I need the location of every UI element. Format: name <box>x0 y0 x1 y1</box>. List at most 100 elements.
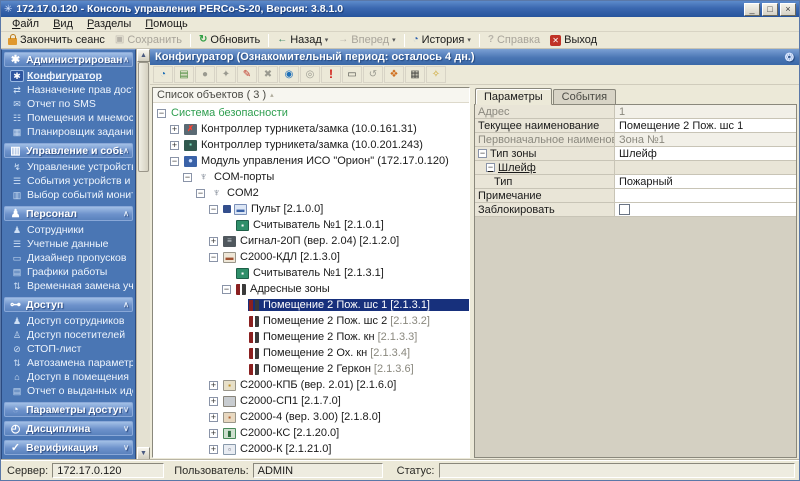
sidebar-section-header-verification[interactable]: ✓Верификация∨ <box>4 440 133 455</box>
expand-icon[interactable]: + <box>209 413 218 422</box>
property-row[interactable]: −Тип зоныШлейф <box>475 147 796 161</box>
sidebar-item-device-events[interactable]: ☰События устройств и дейст... <box>10 174 133 188</box>
sidebar-item-configurator[interactable]: ✱Конфигуратор <box>10 69 133 83</box>
sidebar-item-work-schedules[interactable]: ▤Графики работы <box>10 265 133 279</box>
scroll-track[interactable] <box>137 62 150 447</box>
alarm-button[interactable]: ✦ <box>216 66 236 83</box>
sidebar-item-employee-access[interactable]: ♟Доступ сотрудников <box>10 314 133 328</box>
tree-row[interactable]: Помещение 2 Пож. шс 1 [2.1.3.1] <box>153 297 469 313</box>
sidebar-item-room-access[interactable]: ⌂Доступ в помещения <box>10 370 133 384</box>
sidebar-item-sms-report[interactable]: ✉Отчет по SMS <box>10 97 133 111</box>
tree-row[interactable]: −▬С2000-КДЛ [2.1.3.0] <box>153 249 469 265</box>
globe-button[interactable]: ◉ <box>279 66 299 83</box>
checkbox[interactable] <box>619 204 630 215</box>
sidebar-section-header-personnel[interactable]: ♟Персонал∧ <box>4 206 133 221</box>
tree-row[interactable]: Помещение 2 Пож. шс 2[2.1.3.2] <box>153 313 469 329</box>
property-value[interactable]: Помещение 2 Пож. шс 1 <box>615 119 796 132</box>
menu-item-3[interactable]: Помощь <box>138 18 195 30</box>
sidebar-item-badge-designer[interactable]: ▭Дизайнер пропусков <box>10 251 133 265</box>
tree-row[interactable]: −♆COM2 <box>153 185 469 201</box>
collapse-icon[interactable]: − <box>196 189 205 198</box>
tab-events[interactable]: События <box>553 89 616 104</box>
menu-item-2[interactable]: Разделы <box>80 18 138 30</box>
tree-row[interactable]: Помещение 2 Пож. кн[2.1.3.3] <box>153 329 469 345</box>
collapse-icon[interactable]: − <box>209 205 218 214</box>
property-row[interactable]: −Шлейф <box>475 161 796 175</box>
sidebar-item-employees[interactable]: ♟Сотрудники <box>10 223 133 237</box>
recycle-button[interactable]: ↺ <box>363 66 383 83</box>
minimize-button[interactable]: _ <box>744 3 760 16</box>
refresh-button[interactable]: ↻Обновить <box>194 32 265 48</box>
collapse-icon[interactable]: − <box>209 253 218 262</box>
close-button[interactable]: × <box>780 3 796 16</box>
property-value[interactable] <box>615 189 796 202</box>
tree-row[interactable]: −♆COM-порты <box>153 169 469 185</box>
scroll-thumb[interactable] <box>138 62 149 172</box>
warning-button[interactable]: ! <box>321 66 341 83</box>
tree-row[interactable]: −●Модуль управления ИСО "Орион" (172.17.… <box>153 153 469 169</box>
expand-icon[interactable]: + <box>209 381 218 390</box>
sidebar-section-header-management-events[interactable]: ▥Управление и события∧ <box>4 143 133 158</box>
sidebar-item-temp-replacement[interactable]: ⇅Временная замена учетных ... <box>10 279 133 293</box>
property-row[interactable]: Первоначальное наименованиеЗона №1 <box>475 133 796 147</box>
collapse-icon[interactable]: − <box>170 157 179 166</box>
edit-button[interactable]: ✎ <box>237 66 257 83</box>
tree-row[interactable]: −▬Пульт [2.1.0.0] <box>153 201 469 217</box>
expand-icon[interactable]: + <box>170 141 179 150</box>
scroll-up-arrow[interactable]: ▲ <box>137 49 150 62</box>
tree-row[interactable]: +▮С2000-КС [2.1.20.0] <box>153 425 469 441</box>
property-row[interactable]: Адрес1 <box>475 105 796 119</box>
sidebar-item-visitor-access[interactable]: ♙Доступ посетителей <box>10 328 133 342</box>
sidebar-section-header-access-params[interactable]: ◔Параметры доступа∨ <box>4 402 133 417</box>
sidebar-item-rooms-mnemo[interactable]: ☷Помещения и мнемосхема <box>10 111 133 125</box>
property-value[interactable]: 1 <box>615 105 796 118</box>
tree-row[interactable]: −Система безопасности <box>153 105 469 121</box>
collapse-icon[interactable]: − <box>183 173 192 182</box>
expand-icon[interactable]: + <box>209 445 218 454</box>
sidebar-item-device-control[interactable]: ↯Управление устройствами и... <box>10 160 133 174</box>
sidebar-item-auto-replace-params[interactable]: ⇅Автозамена параметров до... <box>10 356 133 370</box>
property-value[interactable]: Пожарный <box>615 175 796 188</box>
tree-row[interactable]: Помещение 2 Ох. кн[2.1.3.4] <box>153 345 469 361</box>
upload-config-button[interactable]: ▤ <box>174 66 194 83</box>
sidebar-section-header-access[interactable]: ⊶Доступ∧ <box>4 297 133 312</box>
tree-row[interactable]: ▪Считыватель №1 [2.1.3.1] <box>153 265 469 281</box>
collapse-icon[interactable]: − <box>486 163 495 172</box>
maximize-button[interactable]: □ <box>762 3 778 16</box>
tree-row[interactable]: +С2000-СП1 [2.1.7.0] <box>153 393 469 409</box>
tab-params[interactable]: Параметры <box>475 88 552 105</box>
property-row[interactable]: Заблокировать <box>475 203 796 217</box>
property-value[interactable] <box>615 161 796 174</box>
tree-row[interactable]: +▫С2000-К [2.1.21.0] <box>153 441 469 457</box>
menu-item-0[interactable]: Файл <box>5 18 46 30</box>
tree-row[interactable]: ▪Считыватель №1 [2.1.0.1] <box>153 217 469 233</box>
sidebar-section-header-administration[interactable]: ✱Администрирование∧ <box>4 52 133 67</box>
add-device-button[interactable]: ● <box>195 66 215 83</box>
history-button[interactable]: ◔История▾ <box>408 32 476 48</box>
property-value[interactable] <box>615 203 796 216</box>
refresh-config-button[interactable]: ◔ <box>153 66 173 83</box>
sidebar-scrollbar[interactable]: ▲ ▼ <box>136 49 150 460</box>
sidebar-item-monitoring-events[interactable]: ▥Выбор событий мониторинга <box>10 188 133 202</box>
expand-icon[interactable]: + <box>170 125 179 134</box>
collapse-icon[interactable]: − <box>222 285 231 294</box>
tree-row[interactable]: +≡Сигнал-20П (вер. 2.04) [2.1.2.0] <box>153 233 469 249</box>
menu-item-1[interactable]: Вид <box>46 18 80 30</box>
sidebar-item-issued-id-report[interactable]: ▤Отчет о выданных идентиф... <box>10 384 133 398</box>
property-value[interactable]: Шлейф <box>615 147 796 160</box>
grid-button[interactable]: ▦ <box>405 66 425 83</box>
scroll-down-arrow[interactable]: ▼ <box>137 447 150 460</box>
tree-header[interactable]: Список объектов ( 3 ) ▴ <box>153 88 469 103</box>
tree-row[interactable]: +✗Контроллер турникета/замка (10.0.161.3… <box>153 121 469 137</box>
end-session-button[interactable]: Закончить сеанс <box>3 32 110 48</box>
expand-icon[interactable]: + <box>209 237 218 246</box>
collapse-icon[interactable]: − <box>157 109 166 118</box>
property-row[interactable]: Текущее наименованиеПомещение 2 Пож. шс … <box>475 119 796 133</box>
sidebar-item-task-scheduler[interactable]: ▦Планировщик заданий <box>10 125 133 139</box>
sidebar-item-stop-list[interactable]: ⊘СТОП-лист <box>10 342 133 356</box>
exit-button[interactable]: ✕Выход <box>545 32 602 48</box>
palette-button[interactable]: ❖ <box>384 66 404 83</box>
collapse-icon[interactable]: − <box>478 149 487 158</box>
disc-button[interactable]: ◎ <box>300 66 320 83</box>
monitor-button[interactable]: ▭ <box>342 66 362 83</box>
